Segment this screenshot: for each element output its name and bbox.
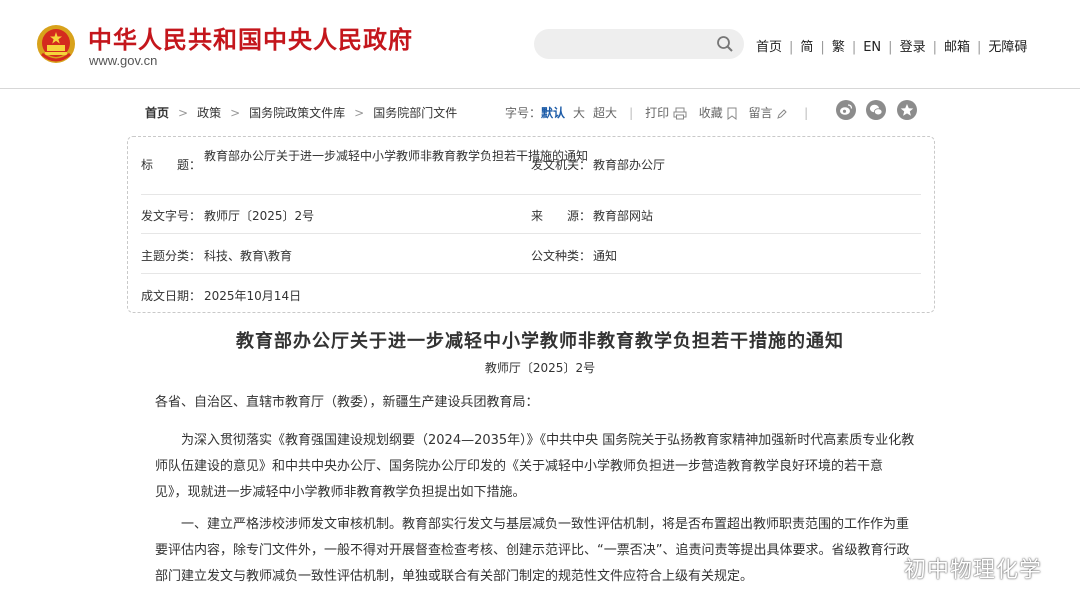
- printer-icon[interactable]: [673, 107, 687, 120]
- nav-separator: |: [976, 40, 982, 55]
- wechat-icon[interactable]: [866, 100, 886, 120]
- date-label: 成文日期：: [141, 289, 202, 303]
- breadcrumb-policy-library[interactable]: 国务院政策文件库: [249, 106, 345, 120]
- nav-separator: |: [888, 40, 893, 55]
- document-number: 教师厅〔2025〕2号: [484, 361, 596, 375]
- header-divider: [0, 88, 1080, 89]
- nav-simplified[interactable]: 简: [800, 40, 813, 55]
- title-label: 标 题：: [141, 158, 202, 172]
- breadcrumb-policy[interactable]: 政策: [197, 106, 221, 120]
- article-tools: 字号：默认大超大 | 打印 收藏 留言 |: [505, 104, 820, 121]
- doc-no-label: 发文字号：: [141, 209, 202, 223]
- chevron-right-icon: >: [230, 106, 241, 120]
- weibo-icon[interactable]: [836, 100, 856, 120]
- date-value: 2025年10月14日: [204, 289, 302, 303]
- tool-separator: |: [629, 106, 634, 120]
- issuer-label: 发文机关：: [531, 158, 592, 172]
- nav-mail[interactable]: 邮箱: [944, 40, 970, 55]
- row-divider: [141, 194, 921, 195]
- nav-home[interactable]: 首页: [756, 40, 782, 55]
- nav-separator: |: [789, 40, 794, 55]
- nav-english[interactable]: EN: [863, 40, 881, 55]
- breadcrumb: 首页 > 政策 > 国务院政策文件库 > 国务院部门文件: [145, 104, 457, 121]
- comment-button[interactable]: 留言: [748, 106, 772, 120]
- issuer-value: 教育部办公厅: [593, 158, 666, 172]
- font-size-xlarge[interactable]: 超大: [593, 106, 617, 120]
- type-value: 通知: [593, 249, 618, 263]
- top-nav: 首页 | 简 | 繁 | EN | 登录 | 邮箱 | 无障碍: [756, 36, 1027, 55]
- breadcrumb-department-docs[interactable]: 国务院部门文件: [373, 106, 457, 120]
- site-url: www.gov.cn: [89, 53, 158, 68]
- source-label: 来 源：: [531, 209, 592, 223]
- nav-login[interactable]: 登录: [900, 40, 926, 55]
- row-divider: [141, 233, 921, 234]
- chevron-right-icon: >: [354, 106, 365, 120]
- title-value: 教育部办公厅关于进一步减轻中小学教师非教育教学负担若干措施的通知: [204, 149, 589, 163]
- document-paragraph: 一、建立严格涉校涉师发文审核机制。教育部实行发文与基层减负一致性评估机制，将是否…: [155, 517, 910, 584]
- nav-separator: |: [932, 40, 937, 55]
- topic-value: 科技、教育\教育: [204, 249, 293, 263]
- nav-accessibility[interactable]: 无障碍: [988, 40, 1027, 55]
- watermark: 初中物理化学: [904, 558, 1043, 583]
- document-salutation: 各省、自治区、直辖市教育厅（教委），新疆生产建设兵团教育局：: [155, 395, 539, 410]
- chevron-right-icon: >: [178, 106, 189, 120]
- favorite-button[interactable]: 收藏: [699, 106, 723, 120]
- document-paragraph: 为深入贯彻落实《教育强国建设规划纲要（2024—2035年）》《中共中央 国务院…: [155, 433, 915, 500]
- row-divider: [141, 273, 921, 274]
- print-button[interactable]: 打印: [645, 106, 669, 120]
- type-label: 公文种类：: [531, 249, 592, 263]
- pencil-icon[interactable]: [776, 108, 788, 120]
- font-size-large[interactable]: 大: [573, 106, 585, 120]
- site-header: 中华人民共和国中央人民政府 www.gov.cn 首页 | 简 | 繁 | EN | 登录 | 邮箱…: [0, 0, 1080, 88]
- bookmark-icon[interactable]: [727, 107, 737, 120]
- font-size-default[interactable]: 默认: [541, 106, 565, 120]
- tool-separator: |: [804, 106, 809, 120]
- source-value: 教育部网站: [593, 209, 654, 223]
- document-info-box: 标 题： 教育部办公厅关于进一步减轻中小学教师非教育教学负担若干措施的通知 发文…: [127, 136, 935, 313]
- font-size-label: 字号：: [505, 106, 542, 120]
- national-emblem-icon[interactable]: [36, 24, 76, 64]
- search-icon[interactable]: [716, 35, 734, 53]
- search-input[interactable]: [534, 29, 744, 59]
- document-title: 教育部办公厅关于进一步减轻中小学教师非教育教学负担若干措施的通知: [236, 331, 844, 352]
- star-icon[interactable]: [897, 100, 917, 120]
- breadcrumb-home[interactable]: 首页: [145, 106, 169, 120]
- nav-separator: |: [851, 40, 857, 55]
- nav-separator: |: [820, 40, 825, 55]
- doc-no-value: 教师厅〔2025〕2号: [204, 209, 315, 223]
- topic-label: 主题分类：: [141, 249, 202, 263]
- site-title[interactable]: 中华人民共和国中央人民政府: [88, 20, 413, 55]
- nav-traditional[interactable]: 繁: [832, 40, 845, 55]
